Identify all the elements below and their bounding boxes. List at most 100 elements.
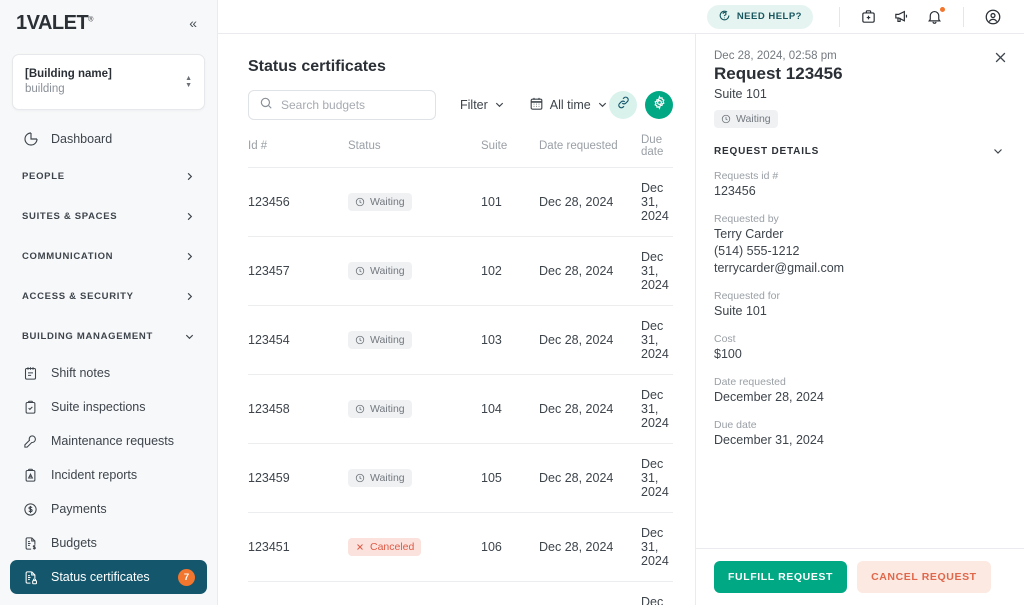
table-row[interactable]: 123458 Waiting 104 Dec 28, 2024 Dec 31, 2024	[248, 374, 673, 444]
search-input[interactable]	[281, 98, 425, 112]
topbar-divider	[963, 6, 964, 27]
status-badge: Waiting	[348, 262, 412, 280]
cell-date-requested: Dec 28, 2024	[539, 305, 641, 375]
request-details-label: REQUEST DETAILS	[714, 145, 820, 157]
cell-date-requested: Dec 28, 2024	[539, 236, 641, 306]
building-selector[interactable]: [Building name] building ▲ ▼	[12, 54, 205, 110]
account-circle-icon[interactable]	[976, 8, 1010, 26]
chevrons-left-icon[interactable]: «	[183, 12, 203, 34]
bell-icon[interactable]	[918, 6, 951, 25]
date-range-dropdown[interactable]: All time	[529, 96, 608, 114]
sidebar-item-status-certificates[interactable]: Status certificates 7	[10, 560, 207, 594]
chevron-down-icon	[184, 331, 195, 342]
table-row[interactable]: 123452Overdue107Dec 28, 2024Dec 31, 2024	[248, 581, 673, 605]
first-aid-kit-icon[interactable]	[852, 8, 885, 25]
status-label: Canceled	[370, 541, 415, 553]
sidebar-item-next-partial[interactable]	[10, 594, 207, 605]
detail-field-value: December 28, 2024	[714, 390, 824, 404]
column-header-id: Id #	[248, 140, 268, 152]
detail-footer: FULFILL REQUEST CANCEL REQUEST	[696, 548, 1024, 605]
sidebar-item-payments[interactable]: Payments	[10, 492, 207, 526]
sidebar-item-label: Incident reports	[51, 468, 138, 482]
table-row[interactable]: 123456 Waiting 101 Dec 28, 2024 Dec 31, 2024	[248, 167, 673, 237]
settings-button[interactable]	[645, 91, 673, 119]
detail-fields: Requests id # 123456 Requested by Terry Car…	[714, 170, 1004, 449]
column-header-suite: Suite	[481, 140, 508, 152]
cell-suite: 102	[481, 236, 539, 306]
megaphone-icon[interactable]	[885, 8, 918, 25]
gear-icon	[652, 95, 667, 115]
cancel-request-button[interactable]: CANCEL REQUEST	[857, 561, 991, 593]
sidebar-section-label: PEOPLE	[22, 170, 65, 182]
need-help-button[interactable]: NEED HELP?	[706, 4, 813, 29]
sidebar: 1VALET® « [Building name] building ▲ ▼ Da…	[0, 0, 218, 605]
clock-icon	[355, 473, 365, 483]
status-label: Waiting	[370, 196, 405, 208]
sidebar-item-incident-reports[interactable]: Incident reports	[10, 458, 207, 492]
sidebar-item-label: Maintenance requests	[51, 434, 174, 448]
sidebar-item-dashboard[interactable]: Dashboard	[10, 122, 207, 156]
sidebar-item-budgets[interactable]: Budgets	[10, 526, 207, 560]
fulfill-request-button[interactable]: FULFILL REQUEST	[714, 561, 848, 593]
cell-status: Waiting	[348, 305, 481, 375]
sidebar-item-suite-inspections[interactable]: Suite inspections	[10, 390, 207, 424]
request-details-section-toggle[interactable]: REQUEST DETAILS	[714, 145, 1004, 157]
document-lock-icon	[22, 569, 39, 586]
detail-field-value: (514) 555-1212	[714, 244, 800, 258]
status-badge: Waiting	[348, 469, 412, 487]
page-title: Status certificates	[248, 58, 386, 75]
cell-id: 123459	[248, 443, 348, 513]
close-icon[interactable]	[993, 50, 1008, 68]
detail-field: Requested by Terry Carder (514) 555-1212 te…	[714, 213, 1004, 277]
sidebar-item-shift-notes[interactable]: Shift notes	[10, 356, 207, 390]
topbar-divider	[839, 6, 840, 27]
filter-dropdown[interactable]: Filter	[460, 98, 505, 112]
cell-date-requested: Dec 28, 2024	[539, 443, 641, 513]
topbar: NEED HELP?	[218, 0, 1024, 34]
table-row[interactable]: 123457 Waiting 102 Dec 28, 2024 Dec 31, 2024	[248, 236, 673, 306]
sidebar-section-communication[interactable]: COMMUNICATION	[10, 236, 207, 276]
search-box[interactable]	[248, 90, 436, 120]
detail-status-label: Waiting	[736, 113, 771, 125]
table-row[interactable]: 123459 Waiting 105 Dec 28, 2024 Dec 31, 2024	[248, 443, 673, 513]
status-label: Waiting	[370, 334, 405, 346]
list-pane: Status certificates Filter	[218, 34, 695, 605]
detail-field-label: Requests id #	[714, 170, 779, 182]
detail-suite: Suite 101	[714, 87, 767, 101]
cell-id: 123456	[248, 167, 348, 237]
sidebar-section-people[interactable]: PEOPLE	[10, 156, 207, 196]
detail-field-value: Suite 101	[714, 304, 767, 318]
search-icon	[259, 96, 273, 115]
status-badge: Canceled	[348, 538, 422, 556]
sidebar-item-maintenance-requests[interactable]: Maintenance requests	[10, 424, 207, 458]
clock-icon	[355, 197, 365, 207]
sidebar-section-label: SUITES & SPACES	[22, 210, 118, 222]
table-row[interactable]: 123451 Canceled 106 Dec 28, 2024 Dec 31, 202…	[248, 512, 673, 582]
sidebar-item-label: Status certificates	[51, 570, 150, 584]
cell-date-requested: Dec 28, 2024	[539, 167, 641, 237]
sidebar-section-access-security[interactable]: ACCESS & SECURITY	[10, 276, 207, 316]
sidebar-section-building-management[interactable]: BUILDING MANAGEMENT	[10, 316, 207, 356]
column-header-due-date: Due date	[641, 134, 664, 158]
table-row[interactable]: 123454 Waiting 103 Dec 28, 2024 Dec 31, 2024	[248, 305, 673, 375]
clock-icon	[721, 114, 731, 124]
chevron-down-icon	[992, 145, 1004, 157]
sidebar-section-label: ACCESS & SECURITY	[22, 290, 134, 302]
cell-due-date: Dec 31, 2024	[641, 374, 673, 444]
chevron-right-icon	[184, 171, 195, 182]
detail-field-label: Requested for	[714, 290, 780, 302]
link-button[interactable]	[609, 91, 637, 119]
app-logo-mark: ®	[88, 15, 93, 23]
detail-field-value: $100	[714, 347, 742, 361]
document-dollar-icon	[22, 535, 39, 552]
column-header-date-requested: Date requested	[539, 140, 618, 152]
detail-field-label: Due date	[714, 419, 757, 431]
detail-status-badge: Waiting	[714, 110, 778, 128]
sidebar-nav: Dashboard PEOPLE SUITES & SPACES COMMUNI…	[0, 122, 217, 605]
table-head: Id # Status Suite Date requested Due dat…	[248, 134, 673, 168]
cell-suite: 106	[481, 512, 539, 582]
cell-due-date: Dec 31, 2024	[641, 512, 673, 582]
sidebar-section-suites-spaces[interactable]: SUITES & SPACES	[10, 196, 207, 236]
app-root: 1VALET® « [Building name] building ▲ ▼ Da…	[0, 0, 1024, 605]
column-header-status: Status	[348, 140, 381, 152]
